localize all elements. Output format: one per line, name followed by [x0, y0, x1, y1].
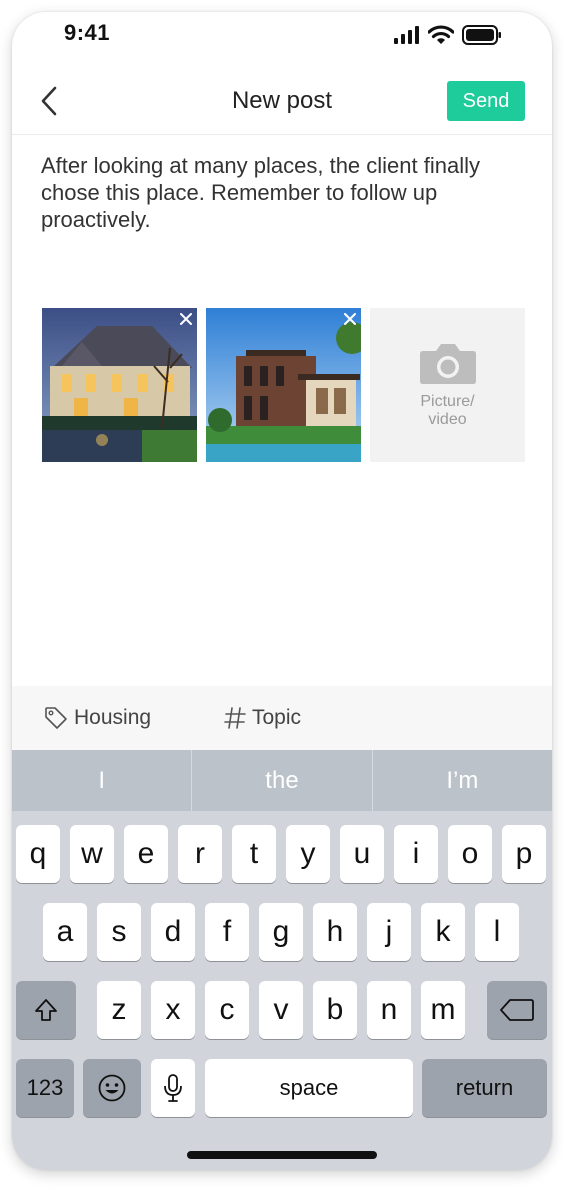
key-o[interactable]: o: [448, 825, 492, 883]
space-key[interactable]: space: [205, 1059, 413, 1117]
tag-icon: [45, 707, 67, 729]
wifi-icon: [428, 25, 454, 44]
key-b[interactable]: b: [313, 981, 357, 1039]
battery-icon: [462, 25, 501, 45]
status-icons: [394, 24, 502, 46]
add-media-label-line1: Picture/: [420, 393, 475, 410]
media-thumbnail-1[interactable]: [42, 308, 197, 462]
close-icon: [344, 313, 356, 325]
key-v[interactable]: v: [259, 981, 303, 1039]
camera-icon: [419, 344, 476, 384]
remove-media-button[interactable]: [341, 310, 359, 328]
keyboard: I the I’m q w e r t y u i o p a s d f g …: [12, 750, 552, 1170]
key-k[interactable]: k: [421, 903, 465, 961]
hash-icon: [224, 707, 246, 729]
key-w[interactable]: w: [70, 825, 114, 883]
backspace-icon: [500, 999, 534, 1021]
house-photo-image: [42, 308, 197, 462]
close-icon: [180, 313, 192, 325]
key-r[interactable]: r: [178, 825, 222, 883]
key-g[interactable]: g: [259, 903, 303, 961]
key-p[interactable]: p: [502, 825, 546, 883]
topic-tag-label: Topic: [252, 706, 302, 729]
shift-key[interactable]: [16, 981, 76, 1039]
home-indicator[interactable]: [187, 1151, 377, 1159]
suggestion-bar: I the I’m: [12, 750, 552, 811]
microphone-key[interactable]: [151, 1059, 195, 1117]
key-i[interactable]: i: [394, 825, 438, 883]
cellular-signal-icon: [394, 26, 419, 44]
key-c[interactable]: c: [205, 981, 249, 1039]
suggestion-item[interactable]: the: [191, 750, 371, 811]
key-f[interactable]: f: [205, 903, 249, 961]
key-q[interactable]: q: [16, 825, 60, 883]
key-m[interactable]: m: [421, 981, 465, 1039]
villa-photo-image: [206, 308, 361, 462]
emoji-smiley-icon: [98, 1074, 126, 1102]
key-t[interactable]: t: [232, 825, 276, 883]
add-media-button[interactable]: Picture/ video: [370, 308, 525, 462]
key-x[interactable]: x: [151, 981, 195, 1039]
status-time: 9:41: [64, 20, 111, 45]
add-media-label-line2: video: [428, 411, 467, 428]
key-y[interactable]: y: [286, 825, 330, 883]
key-l[interactable]: l: [475, 903, 519, 961]
key-a[interactable]: a: [43, 903, 87, 961]
emoji-key[interactable]: [83, 1059, 141, 1117]
tags-bar: Housing Topic: [12, 686, 552, 750]
add-media-label: Picture/ video: [420, 393, 474, 429]
topic-tag-button[interactable]: Topic: [224, 706, 301, 730]
housing-tag-label: Housing: [74, 706, 152, 729]
housing-tag-button[interactable]: Housing: [44, 706, 151, 730]
key-s[interactable]: s: [97, 903, 141, 961]
remove-media-button[interactable]: [177, 310, 195, 328]
post-text-input[interactable]: After looking at many places, the client…: [41, 152, 531, 233]
media-row: Picture/ video: [42, 308, 525, 462]
send-button[interactable]: Send: [447, 81, 525, 121]
key-d[interactable]: d: [151, 903, 195, 961]
key-h[interactable]: h: [313, 903, 357, 961]
suggestion-item[interactable]: I: [12, 750, 191, 811]
key-u[interactable]: u: [340, 825, 384, 883]
nav-bar: New post Send: [12, 70, 552, 135]
key-e[interactable]: e: [124, 825, 168, 883]
key-n[interactable]: n: [367, 981, 411, 1039]
delete-key[interactable]: [487, 981, 547, 1039]
phone-screen: 9:41 New post Send After looking at many…: [12, 12, 552, 1170]
microphone-icon: [164, 1074, 182, 1102]
media-thumbnail-2[interactable]: [206, 308, 361, 462]
suggestion-item[interactable]: I’m: [371, 750, 552, 811]
return-key[interactable]: return: [422, 1059, 547, 1117]
shift-arrow-icon: [35, 999, 57, 1021]
numbers-key[interactable]: 123: [16, 1059, 74, 1117]
key-z[interactable]: z: [97, 981, 141, 1039]
key-j[interactable]: j: [367, 903, 411, 961]
